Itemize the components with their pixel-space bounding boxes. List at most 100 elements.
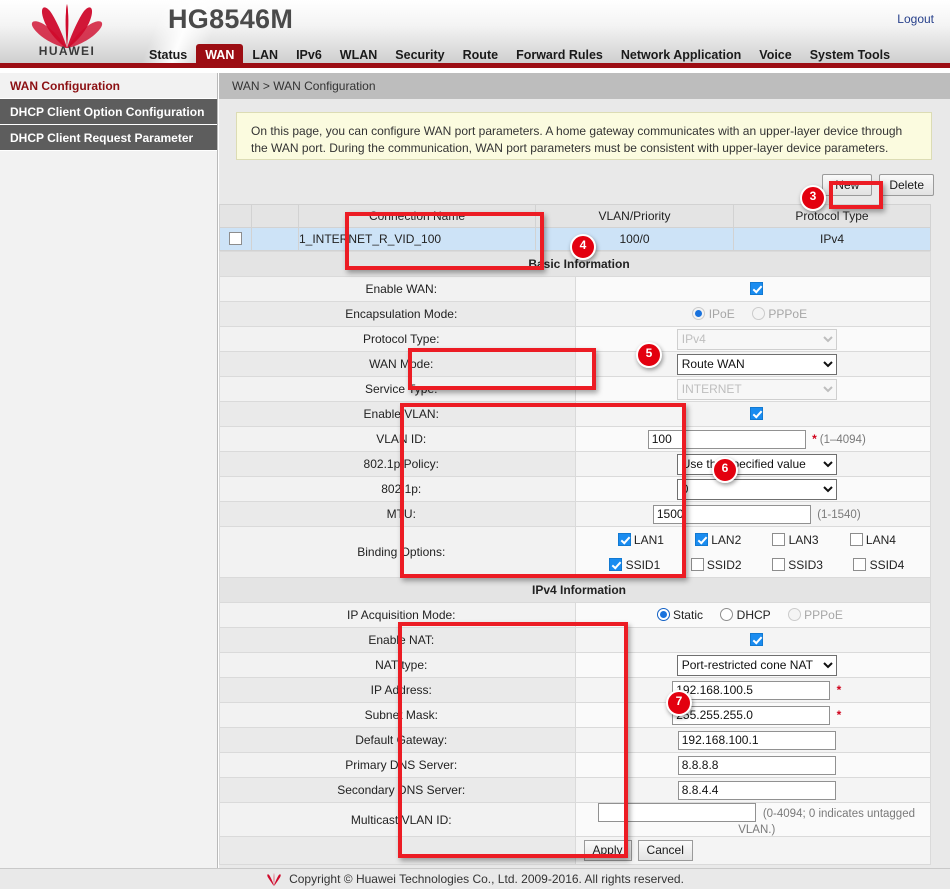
value-enable-wan[interactable] bbox=[575, 277, 931, 302]
value-vlan-id[interactable]: *(1–4094) bbox=[575, 427, 931, 452]
binding-option-lan1[interactable]: LAN1 bbox=[604, 530, 678, 550]
label-vlan-id: VLAN ID: bbox=[220, 427, 576, 452]
value-ip-address[interactable]: * bbox=[575, 678, 931, 703]
value-mtu[interactable]: (1-1540) bbox=[575, 502, 931, 527]
value-protocol-type[interactable]: IPv4 bbox=[575, 327, 931, 352]
radio-option-pppoe[interactable]: PPPoE bbox=[752, 307, 807, 321]
value-8021p-policy[interactable]: Use the specified value bbox=[575, 452, 931, 477]
value-service-type[interactable]: INTERNET bbox=[575, 377, 931, 402]
pppoe-radio[interactable] bbox=[752, 307, 765, 320]
radio-option-dhcp[interactable]: DHCP bbox=[720, 608, 773, 622]
ipoe-radio[interactable] bbox=[692, 307, 705, 320]
sidebar-item-label: DHCP Client Option Configuration bbox=[10, 105, 204, 119]
field-primary-dns: Primary DNS Server: bbox=[220, 753, 931, 778]
lan2-checkbox[interactable] bbox=[695, 533, 708, 546]
radio-option-ipoe[interactable]: IPoE bbox=[692, 307, 738, 321]
lan1-checkbox[interactable] bbox=[618, 533, 631, 546]
dhcp-radio[interactable] bbox=[720, 608, 733, 621]
nav-item-forward-rules[interactable]: Forward Rules bbox=[507, 44, 612, 67]
value-default-gateway[interactable] bbox=[575, 728, 931, 753]
sidebar-item-dhcp-client-request-parameter[interactable]: DHCP Client Request Parameter bbox=[0, 125, 217, 151]
label-secondary-dns: Secondary DNS Server: bbox=[220, 778, 576, 803]
binding-option-ssid3[interactable]: SSID3 bbox=[758, 555, 836, 575]
binding-option-lan3[interactable]: LAN3 bbox=[758, 530, 832, 550]
nav-item-route[interactable]: Route bbox=[454, 44, 507, 67]
cancel-button[interactable]: Cancel bbox=[638, 840, 693, 861]
enable-vlan-checkbox[interactable] bbox=[750, 407, 763, 420]
radio-option-static[interactable]: Static bbox=[657, 608, 707, 622]
ssid2-label: SSID2 bbox=[707, 558, 742, 572]
nav-item-status[interactable]: Status bbox=[140, 44, 196, 67]
enable-wan-checkbox[interactable] bbox=[750, 282, 763, 295]
lan1-label: LAN1 bbox=[634, 533, 664, 547]
8021p-select[interactable]: 0 bbox=[677, 479, 837, 500]
secondary-dns-input[interactable] bbox=[678, 781, 836, 800]
column-vlan-priority: VLAN/Priority bbox=[536, 205, 734, 228]
value-multicast-vlan-id[interactable]: (0-4094; 0 indicates untagged VLAN.) bbox=[575, 803, 931, 837]
value-encapsulation-mode[interactable]: IPoE PPPoE bbox=[575, 302, 931, 327]
lan4-checkbox[interactable] bbox=[850, 533, 863, 546]
binding-option-ssid2[interactable]: SSID2 bbox=[677, 555, 755, 575]
sidebar-item-wan-configuration[interactable]: WAN Configuration bbox=[0, 73, 217, 99]
service-type-select[interactable]: INTERNET bbox=[677, 379, 837, 400]
value-8021p[interactable]: 0 bbox=[575, 477, 931, 502]
field-mtu: MTU: (1-1540) bbox=[220, 502, 931, 527]
ssid3-label: SSID3 bbox=[788, 558, 823, 572]
field-multicast-vlan-id: Multicast VLAN ID: (0-4094; 0 indicates … bbox=[220, 803, 931, 837]
nav-item-network-application[interactable]: Network Application bbox=[612, 44, 750, 67]
value-wan-mode[interactable]: Route WAN bbox=[575, 352, 931, 377]
ssid2-checkbox[interactable] bbox=[691, 558, 704, 571]
field-8021p-policy: 802.1p Policy: Use the specified value bbox=[220, 452, 931, 477]
ssid4-label: SSID4 bbox=[870, 558, 905, 572]
vlan-id-input[interactable] bbox=[648, 430, 806, 449]
value-primary-dns[interactable] bbox=[575, 753, 931, 778]
nav-item-lan[interactable]: LAN bbox=[243, 44, 287, 67]
ssid1-checkbox[interactable] bbox=[609, 558, 622, 571]
section-ipv4-information: IPv4 Information bbox=[220, 578, 931, 603]
primary-dns-input[interactable] bbox=[678, 756, 836, 775]
subnet-mask-input[interactable] bbox=[672, 706, 830, 725]
value-nat-type[interactable]: Port-restricted cone NAT bbox=[575, 653, 931, 678]
value-ip-acquisition-mode[interactable]: Static DHCP PPPoE bbox=[575, 603, 931, 628]
sidebar-item-dhcp-client-option-configuration[interactable]: DHCP Client Option Configuration bbox=[0, 99, 217, 125]
protocol-type-select[interactable]: IPv4 bbox=[677, 329, 837, 350]
nav-item-system-tools[interactable]: System Tools bbox=[801, 44, 899, 67]
row-select-cell[interactable] bbox=[220, 228, 252, 251]
binding-option-lan4[interactable]: LAN4 bbox=[836, 530, 910, 550]
wan-mode-select[interactable]: Route WAN bbox=[677, 354, 837, 375]
mtu-input[interactable] bbox=[653, 505, 811, 524]
nav-item-ipv6[interactable]: IPv6 bbox=[287, 44, 331, 67]
nav-item-wlan[interactable]: WLAN bbox=[331, 44, 387, 67]
new-button[interactable]: New bbox=[822, 174, 872, 196]
label-ip-acquisition-mode: IP Acquisition Mode: bbox=[220, 603, 576, 628]
8021p-policy-select[interactable]: Use the specified value bbox=[677, 454, 837, 475]
nav-item-wan[interactable]: WAN bbox=[196, 44, 243, 67]
delete-button[interactable]: Delete bbox=[879, 174, 934, 196]
static-radio[interactable] bbox=[657, 608, 670, 621]
logout-link[interactable]: Logout bbox=[897, 12, 934, 26]
value-enable-vlan[interactable] bbox=[575, 402, 931, 427]
sidebar: WAN Configuration DHCP Client Option Con… bbox=[0, 73, 218, 868]
radio-option-pppoe-ip[interactable]: PPPoE bbox=[788, 608, 843, 622]
row-select-checkbox[interactable] bbox=[229, 232, 242, 245]
label-subnet-mask: Subnet Mask: bbox=[220, 703, 576, 728]
binding-option-lan2[interactable]: LAN2 bbox=[681, 530, 755, 550]
binding-option-ssid1[interactable]: SSID1 bbox=[596, 555, 674, 575]
nav-item-security[interactable]: Security bbox=[386, 44, 453, 67]
pppoe-ip-radio[interactable] bbox=[788, 608, 801, 621]
ip-address-input[interactable] bbox=[672, 681, 830, 700]
default-gateway-input[interactable] bbox=[678, 731, 836, 750]
binding-option-ssid4[interactable]: SSID4 bbox=[840, 555, 918, 575]
nat-type-select[interactable]: Port-restricted cone NAT bbox=[677, 655, 837, 676]
value-enable-nat[interactable] bbox=[575, 628, 931, 653]
nav-item-voice[interactable]: Voice bbox=[750, 44, 800, 67]
value-secondary-dns[interactable] bbox=[575, 778, 931, 803]
ssid3-checkbox[interactable] bbox=[772, 558, 785, 571]
label-form-actions-spacer bbox=[220, 837, 576, 865]
value-subnet-mask[interactable]: * bbox=[575, 703, 931, 728]
apply-button[interactable]: Apply bbox=[584, 840, 632, 861]
lan3-checkbox[interactable] bbox=[772, 533, 785, 546]
ssid4-checkbox[interactable] bbox=[853, 558, 866, 571]
enable-nat-checkbox[interactable] bbox=[750, 633, 763, 646]
multicast-vlan-id-input[interactable] bbox=[598, 803, 756, 822]
